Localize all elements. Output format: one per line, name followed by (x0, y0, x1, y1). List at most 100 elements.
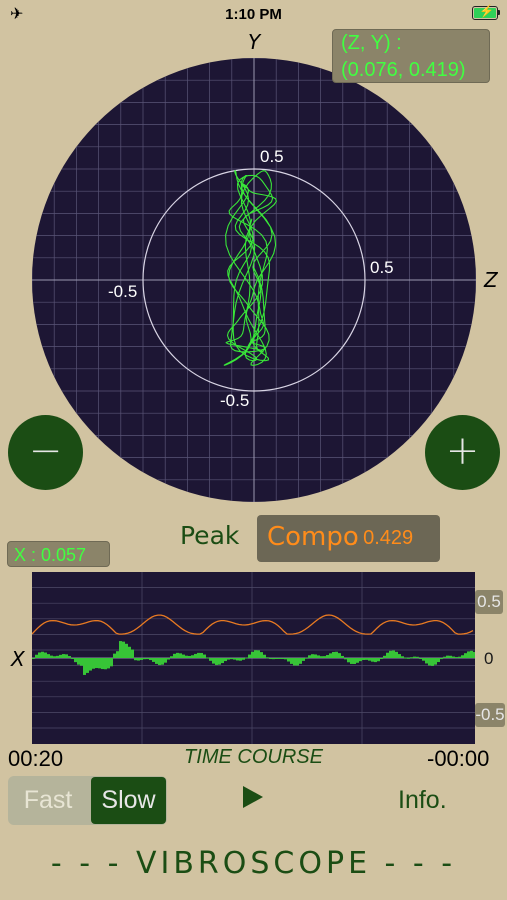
x-trace-bar (158, 658, 161, 666)
x-trace-bar (269, 658, 272, 659)
time-course-plot[interactable] (32, 572, 475, 744)
x-trace-bar (308, 655, 311, 658)
x-trace-bar (467, 651, 470, 658)
x-trace-bar (131, 649, 134, 658)
x-trace-bar (167, 658, 170, 660)
slow-button[interactable]: Slow (91, 777, 166, 824)
x-trace-bar (461, 655, 464, 658)
x-trace-bar (359, 658, 362, 662)
x-trace-bar (254, 650, 257, 658)
x-trace-bar (116, 651, 119, 658)
x-trace-bar (362, 658, 365, 661)
x-trace-bar (431, 658, 434, 666)
x-trace-bar (194, 653, 197, 658)
trace-tick-bottom: -0.5 (475, 703, 505, 727)
x-trace-bar (152, 658, 155, 662)
x-trace-bar (380, 658, 383, 659)
x-trace-bar (338, 653, 341, 658)
x-trace-bar (335, 651, 338, 658)
x-trace-bar (452, 656, 455, 658)
x-trace-bar (263, 654, 266, 658)
x-trace-bar (176, 652, 179, 658)
x-trace-bar (290, 658, 293, 664)
x-trace-bar (182, 654, 185, 658)
x-trace-bar (326, 655, 329, 658)
trace-tick-mid: 0 (484, 649, 494, 668)
x-trace-bar (233, 658, 236, 660)
plus-icon: + (445, 428, 480, 474)
x-trace-bar (212, 658, 215, 664)
zoom-in-button[interactable]: + (425, 415, 500, 490)
x-trace-bar (146, 658, 149, 660)
x-trace-bar (164, 658, 167, 663)
zoom-out-button[interactable]: − (8, 415, 83, 490)
x-trace-bar (404, 657, 407, 659)
x-trace-bar (224, 658, 227, 662)
zy-readout-line2: (0.076, 0.419) (341, 59, 466, 81)
x-trace-bar (443, 656, 446, 658)
x-trace-bar (305, 657, 308, 659)
x-trace-bar (173, 653, 176, 658)
x-trace-bar (110, 658, 113, 667)
x-trace-bar (215, 658, 218, 665)
x-trace-bar (203, 654, 206, 658)
x-trace-bar (200, 652, 203, 658)
x-trace-bar (260, 652, 263, 658)
x-trace-bar (440, 658, 443, 660)
fast-button[interactable]: Fast (8, 776, 88, 825)
x-trace-bar (89, 658, 92, 671)
x-trace-bar (281, 658, 284, 659)
x-trace-bar (401, 656, 404, 658)
x-trace-bar (287, 658, 290, 662)
x-trace-bar (242, 658, 245, 660)
x-trace-bar (98, 658, 101, 669)
scope-label-bottom: -0.5 (220, 391, 250, 410)
x-trace-bar (227, 658, 230, 660)
info-button[interactable]: Info. (398, 786, 447, 815)
trace-tick-top: 0.5 (475, 590, 503, 614)
x-trace-bar (248, 654, 251, 658)
x-trace-bar (407, 657, 410, 659)
x-trace-bar (155, 658, 158, 664)
peak-label: Peak (180, 521, 240, 550)
zy-readout-line1: (Z, Y) : (341, 32, 402, 54)
x-trace-bar (425, 658, 428, 664)
x-trace-bar (464, 653, 467, 658)
scope-label-right: 0.5 (370, 258, 394, 277)
x-trace-bar (65, 654, 68, 658)
x-trace-bar (455, 657, 458, 659)
x-trace-bar (83, 658, 86, 675)
play-icon[interactable] (243, 786, 263, 808)
x-trace-bar (221, 658, 224, 664)
x-trace-bar (77, 658, 80, 665)
x-trace-bar (314, 654, 317, 658)
x-trace-bar (374, 658, 377, 663)
x-trace-bar (104, 658, 107, 670)
x-trace-bar (35, 654, 38, 658)
x-trace-bar (95, 658, 98, 669)
x-trace-bar (149, 658, 152, 661)
x-trace-bar (71, 658, 74, 659)
x-trace-bar (257, 650, 260, 658)
x-trace-bar (107, 658, 110, 669)
x-trace-bar (50, 655, 53, 658)
x-trace-bar (113, 653, 116, 658)
time-end: -00:00 (427, 746, 490, 771)
x-trace-bar (383, 655, 386, 658)
x-trace-bar (347, 658, 350, 663)
x-trace-bar (470, 650, 473, 658)
x-trace-bar (209, 658, 212, 661)
x-trace-bar (332, 651, 335, 658)
x-trace-bar (41, 651, 44, 658)
x-trace-bar (311, 654, 314, 658)
x-trace-bar (449, 655, 452, 658)
x-trace-bar (458, 656, 461, 658)
x-trace-bar (179, 653, 182, 658)
x-trace-bar (386, 652, 389, 658)
compo-value: : 0.429 (352, 527, 414, 549)
x-trace-bar (329, 653, 332, 658)
x-trace-bar (206, 657, 209, 659)
x-trace-bar (419, 658, 422, 659)
x-trace-bar (191, 655, 194, 658)
x-trace-bar (239, 658, 242, 661)
